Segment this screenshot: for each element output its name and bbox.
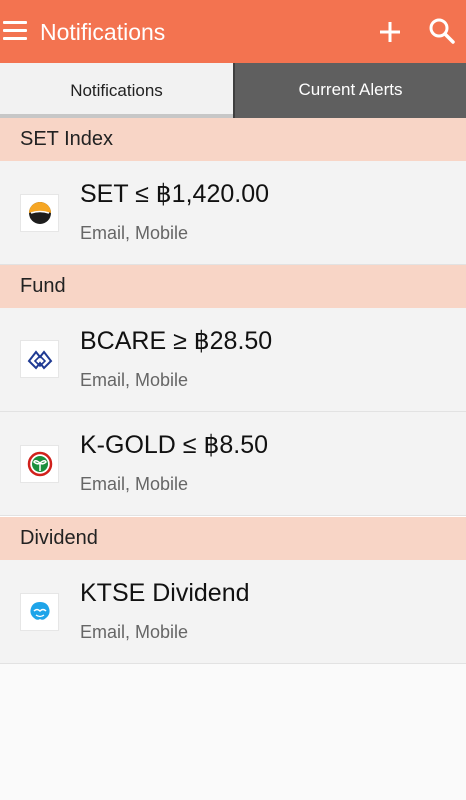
alert-channels: Email, Mobile	[80, 622, 189, 642]
section-header-set-index: SET Index	[0, 118, 466, 161]
empty-list-area	[0, 664, 466, 800]
alert-title: KTSE Dividend	[80, 579, 250, 607]
alert-title: SET ≤ ฿1,420.00	[80, 180, 270, 208]
list-item[interactable]: KTSE Dividend Email, Mobile	[0, 560, 466, 664]
tab-notifications[interactable]: Notifications	[0, 63, 233, 118]
alert-title: K-GOLD ≤ ฿8.50	[80, 431, 269, 459]
bcare-fund-logo-icon	[20, 340, 59, 378]
kasikorn-logo-icon	[20, 445, 59, 483]
set-logo-icon	[20, 194, 59, 232]
alert-channels: Email, Mobile	[80, 370, 189, 390]
ktb-logo-icon	[20, 593, 59, 631]
alert-channels: Email, Mobile	[80, 474, 189, 494]
tab-bar: Notifications Current Alerts	[0, 63, 466, 118]
app-bar: Notifications	[0, 0, 466, 63]
section-header-fund: Fund	[0, 265, 466, 308]
list-item[interactable]: BCARE ≥ ฿28.50 Email, Mobile	[0, 308, 466, 412]
alert-title: BCARE ≥ ฿28.50	[80, 327, 273, 355]
tab-current-alerts[interactable]: Current Alerts	[233, 63, 466, 118]
page-title: Notifications	[40, 19, 166, 45]
list-item[interactable]: K-GOLD ≤ ฿8.50 Email, Mobile	[0, 412, 466, 516]
plus-icon[interactable]	[377, 19, 403, 45]
section-header-dividend: Dividend	[0, 517, 466, 560]
list-item[interactable]: SET ≤ ฿1,420.00 Email, Mobile	[0, 161, 466, 265]
search-icon[interactable]	[428, 17, 456, 45]
hamburger-menu-icon[interactable]	[3, 21, 27, 41]
alert-channels: Email, Mobile	[80, 223, 189, 243]
